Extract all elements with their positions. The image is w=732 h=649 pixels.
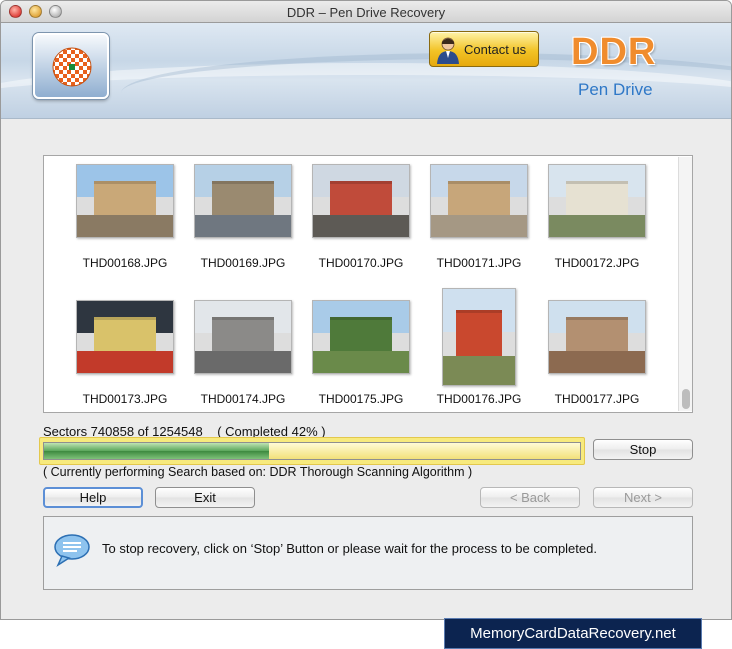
thumbnail-filename: THD00173.JPG bbox=[82, 392, 168, 406]
window-title: DDR – Pen Drive Recovery bbox=[286, 5, 446, 20]
scrollbar-thumb[interactable] bbox=[682, 389, 690, 409]
thumbnail-filename: THD00174.JPG bbox=[200, 392, 286, 406]
thumbnail-filename: THD00172.JPG bbox=[554, 256, 640, 270]
app-window: DDR – Pen Drive Recovery Contact us DDR … bbox=[0, 0, 732, 620]
checkered-sphere-icon bbox=[52, 47, 92, 87]
gallery-scrollbar[interactable] bbox=[678, 157, 692, 411]
website-link[interactable]: MemoryCardDataRecovery.net bbox=[444, 618, 702, 649]
thumbnail-filename: THD00168.JPG bbox=[82, 256, 168, 270]
stop-button[interactable]: Stop bbox=[593, 439, 693, 460]
progress-bar-fill bbox=[44, 443, 270, 459]
back-button[interactable]: < Back bbox=[480, 487, 580, 508]
progress-bar bbox=[43, 442, 581, 460]
thumbnail-filename: THD00169.JPG bbox=[200, 256, 286, 270]
thumbnail-filename: THD00171.JPG bbox=[436, 256, 522, 270]
thumbnail-image[interactable] bbox=[430, 164, 528, 238]
info-message: To stop recovery, click on ‘Stop’ Button… bbox=[102, 541, 597, 556]
thumbnail-image[interactable] bbox=[76, 300, 174, 374]
thumbnail-filename: THD00176.JPG bbox=[436, 392, 522, 406]
brand-subtitle: Pen Drive bbox=[578, 80, 653, 99]
thumbnail-image[interactable] bbox=[442, 288, 516, 386]
exit-button[interactable]: Exit bbox=[155, 487, 255, 508]
thumbnail-image[interactable] bbox=[548, 164, 646, 238]
contact-us-label: Contact us bbox=[464, 42, 527, 57]
speech-bubble-icon bbox=[54, 534, 90, 567]
thumbnail-image[interactable] bbox=[312, 300, 410, 374]
main-content: THD00168.JPG THD00169.JPG THD00170.JPG THD0… bbox=[1, 120, 731, 619]
person-icon bbox=[437, 37, 459, 64]
thumbnail-image[interactable] bbox=[194, 300, 292, 374]
contact-us-button[interactable]: Contact us bbox=[429, 31, 539, 67]
info-panel: To stop recovery, click on ‘Stop’ Button… bbox=[43, 516, 693, 590]
algorithm-status: ( Currently performing Search based on: … bbox=[43, 465, 473, 479]
next-button[interactable]: Next > bbox=[593, 487, 693, 508]
thumbnail-filename: THD00175.JPG bbox=[318, 392, 404, 406]
app-logo bbox=[33, 33, 109, 99]
app-header: Contact us DDR Pen Drive bbox=[1, 23, 731, 119]
thumbnail-image[interactable] bbox=[76, 164, 174, 238]
thumbnail-image[interactable] bbox=[194, 164, 292, 238]
recovered-files-gallery[interactable]: THD00168.JPG THD00169.JPG THD00170.JPG THD0… bbox=[43, 155, 693, 413]
thumbnail-filename: THD00177.JPG bbox=[554, 392, 640, 406]
thumbnail-image[interactable] bbox=[312, 164, 410, 238]
help-button[interactable]: Help bbox=[43, 487, 143, 508]
thumbnail-image[interactable] bbox=[548, 300, 646, 374]
thumbnail-filename: THD00170.JPG bbox=[318, 256, 404, 270]
brand-name: DDR bbox=[571, 31, 657, 73]
progress-highlight bbox=[39, 437, 585, 465]
title-bar[interactable]: DDR – Pen Drive Recovery bbox=[1, 1, 731, 23]
